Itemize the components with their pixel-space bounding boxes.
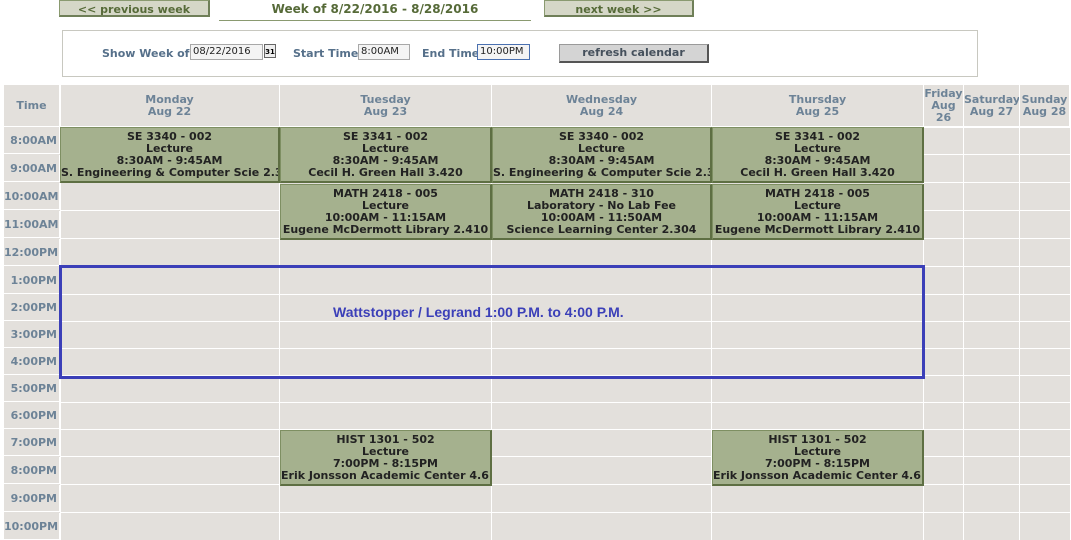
event-location: Erik Jonsson Academic Center 4.614 (281, 469, 492, 482)
calendar-controls: Show Week of 08/22/2016 31 Start Time 8:… (62, 30, 978, 77)
time-label: 3:00PM (4, 321, 60, 348)
time-label: 5:00PM (4, 375, 60, 402)
day-header-wednesday: Wednesday Aug 24 (492, 85, 712, 127)
day-header-friday: Friday Aug 26 (924, 85, 964, 127)
event-se3340-monday[interactable]: SE 3340 - 002 Lecture 8:30AM - 9:45AM S.… (60, 127, 280, 183)
event-math2418-wednesday[interactable]: MATH 2418 - 310 Laboratory - No Lab Fee … (492, 184, 712, 240)
time-header-label: Time (16, 99, 47, 112)
event-hist1301-thursday[interactable]: HIST 1301 - 502 Lecture 7:00PM - 8:15PM … (712, 430, 924, 486)
row-divider (60, 402, 1070, 403)
time-label: 11:00AM (4, 211, 60, 238)
event-se3340-wednesday[interactable]: SE 3340 - 002 Lecture 8:30AM - 9:45AM S.… (492, 127, 712, 183)
previous-week-button[interactable]: << previous week (59, 0, 210, 17)
end-time-input[interactable]: 10:00PM (477, 44, 530, 60)
time-label: 10:00AM (4, 183, 60, 210)
show-week-label: Show Week of (102, 47, 190, 60)
event-se3341-thursday[interactable]: SE 3341 - 002 Lecture 8:30AM - 9:45AM Ce… (712, 127, 924, 183)
event-location: S. Engineering & Computer Scie 2.306 (61, 166, 280, 179)
day-date: Aug 22 (147, 105, 192, 118)
time-label: 8:00AM (4, 127, 60, 154)
event-hist1301-tuesday[interactable]: HIST 1301 - 502 Lecture 7:00PM - 8:15PM … (280, 430, 492, 486)
event-math2418-tuesday[interactable]: MATH 2418 - 005 Lecture 10:00AM - 11:15A… (280, 184, 492, 240)
highlight-annotation-box: Wattstopper / Legrand 1:00 P.M. to 4:00 … (59, 265, 925, 379)
day-date: Aug 25 (795, 105, 840, 118)
event-location: Erik Jonsson Academic Center 4.614 (713, 469, 924, 482)
event-location: Science Learning Center 2.304 (506, 223, 697, 236)
time-label: 7:00PM (4, 429, 60, 456)
day-header-tuesday: Tuesday Aug 23 (280, 85, 492, 127)
event-location: Cecil H. Green Hall 3.420 (740, 166, 895, 179)
next-week-button[interactable]: next week >> (544, 0, 694, 17)
day-date: Aug 23 (363, 105, 408, 118)
time-label: 9:00AM (4, 155, 60, 182)
time-label: 8:00PM (4, 457, 60, 484)
end-time-label: End Time (422, 47, 480, 60)
time-label: 9:00PM (4, 485, 60, 512)
day-date: Aug 24 (579, 105, 624, 118)
start-time-input[interactable]: 8:00AM (358, 44, 410, 60)
calendar-icon[interactable]: 31 (264, 44, 276, 58)
day-date: Aug 28 (1022, 105, 1067, 118)
day-header-thursday: Thursday Aug 25 (712, 85, 924, 127)
event-se3341-tuesday[interactable]: SE 3341 - 002 Lecture 8:30AM - 9:45AM Ce… (280, 127, 492, 183)
time-label: 4:00PM (4, 348, 60, 375)
event-location: S. Engineering & Computer Scie 2.306 (493, 166, 712, 179)
show-week-input[interactable]: 08/22/2016 (190, 44, 263, 60)
event-location: Eugene McDermott Library 2.410 (714, 223, 921, 236)
event-location: Cecil H. Green Hall 3.420 (308, 166, 463, 179)
time-column-header: Time (4, 85, 60, 127)
refresh-calendar-button[interactable]: refresh calendar (559, 44, 709, 63)
day-header-sunday: Sunday Aug 28 (1020, 85, 1070, 127)
highlight-annotation-text: Wattstopper / Legrand 1:00 P.M. to 4:00 … (333, 304, 624, 320)
row-divider (60, 512, 1070, 513)
calendar-grid: Time Monday Aug 22 Tuesday Aug 23 Wednes… (4, 85, 1070, 540)
day-date: Aug 27 (969, 105, 1014, 118)
start-time-label: Start Time (293, 47, 359, 60)
event-math2418-thursday[interactable]: MATH 2418 - 005 Lecture 10:00AM - 11:15A… (712, 184, 924, 240)
day-date: Aug 26 (931, 99, 956, 124)
time-label: 2:00PM (4, 294, 60, 321)
day-header-monday: Monday Aug 22 (60, 85, 280, 127)
time-label: 1:00PM (4, 267, 60, 294)
time-label: 12:00PM (4, 239, 60, 266)
week-range-title: Week of 8/22/2016 - 8/28/2016 (219, 0, 531, 21)
event-location: Eugene McDermott Library 2.410 (282, 223, 489, 236)
day-header-saturday: Saturday Aug 27 (964, 85, 1020, 127)
time-label: 6:00PM (4, 402, 60, 429)
time-label: 10:00PM (4, 513, 60, 540)
